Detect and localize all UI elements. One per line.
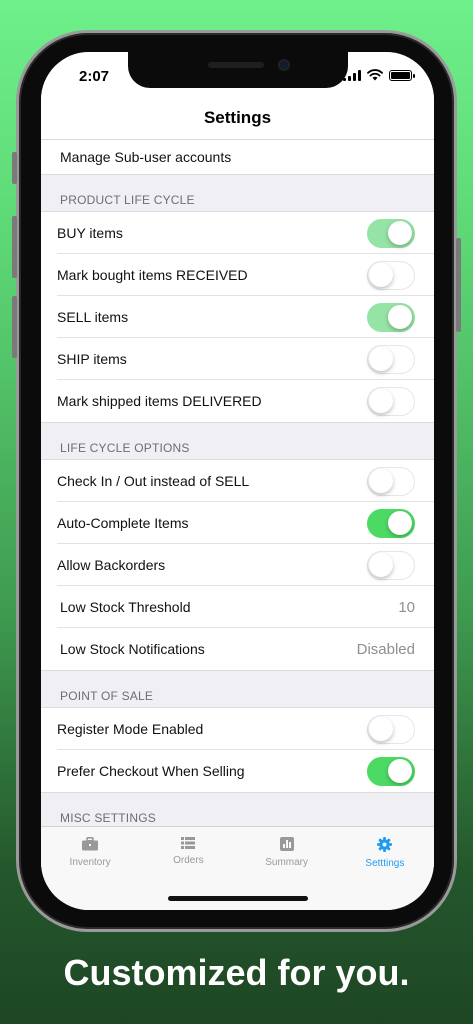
bar-chart-icon — [279, 837, 294, 851]
wifi-icon — [367, 69, 383, 81]
tab-settings[interactable]: Setttings — [336, 827, 434, 910]
mark-bought-received-row: Mark bought items RECEIVED — [41, 254, 434, 296]
row-label: Register Mode Enabled — [57, 721, 204, 737]
gear-icon — [377, 837, 393, 852]
section-header-misc-settings: MISC SETTINGS — [41, 792, 434, 826]
tab-label: Inventory — [69, 857, 111, 868]
mute-switch — [12, 152, 17, 184]
tab-label: Orders — [173, 855, 204, 866]
check-in-out-row: Check In / Out instead of SELL — [41, 460, 434, 502]
mark-shipped-delivered-row: Mark shipped items DELIVERED — [41, 380, 434, 422]
prefer-checkout-row: Prefer Checkout When Selling — [41, 750, 434, 792]
mark-bought-received-toggle[interactable] — [367, 260, 415, 290]
register-mode-toggle[interactable] — [367, 714, 415, 744]
navigation-bar: Settings — [41, 96, 434, 140]
row-label: SHIP items — [57, 351, 127, 367]
ship-items-row: SHIP items — [41, 338, 434, 380]
section-header-point-of-sale: POINT OF SALE — [41, 670, 434, 708]
buy-items-row: BUY items — [41, 212, 434, 254]
allow-backorders-row: Allow Backorders — [41, 544, 434, 586]
row-label: BUY items — [57, 225, 123, 241]
ship-items-toggle[interactable] — [367, 344, 415, 374]
row-label: Allow Backorders — [57, 557, 166, 573]
screen: 2:07 Settings Manage Sub-user accounts P… — [41, 52, 434, 910]
row-label: Mark bought items RECEIVED — [57, 267, 248, 283]
auto-complete-toggle[interactable] — [367, 508, 415, 538]
tab-inventory[interactable]: Inventory — [41, 827, 139, 910]
status-icons — [343, 69, 415, 81]
section-header-product-life-cycle: PRODUCT LIFE CYCLE — [41, 174, 434, 212]
home-indicator — [168, 896, 308, 901]
list-icon — [181, 837, 196, 849]
row-label: Low Stock Threshold — [60, 599, 191, 615]
register-mode-row: Register Mode Enabled — [41, 708, 434, 750]
section-header-life-cycle-options: LIFE CYCLE OPTIONS — [41, 422, 434, 460]
tagline: Customized for you. — [63, 952, 410, 993]
row-label: Auto-Complete Items — [57, 515, 189, 531]
sell-items-toggle[interactable] — [367, 302, 415, 332]
low-stock-notifications-row[interactable]: Low Stock Notifications Disabled — [41, 628, 434, 670]
volume-down-button — [12, 296, 17, 358]
row-label: Prefer Checkout When Selling — [57, 763, 245, 779]
page-title: Settings — [203, 107, 272, 127]
sell-items-row: SELL items — [41, 296, 434, 338]
buy-items-toggle[interactable] — [367, 218, 415, 248]
row-label: Mark shipped items DELIVERED — [57, 393, 262, 409]
manage-sub-users-row[interactable]: Manage Sub-user accounts — [41, 140, 434, 174]
auto-complete-row: Auto-Complete Items — [41, 502, 434, 544]
front-camera — [278, 59, 290, 71]
speaker — [208, 62, 264, 68]
power-button — [456, 238, 461, 332]
status-time: 2:07 — [79, 68, 110, 85]
check-in-out-toggle[interactable] — [367, 466, 415, 496]
row-label: Low Stock Notifications — [60, 641, 205, 657]
prefer-checkout-toggle[interactable] — [367, 756, 415, 786]
row-label: SELL items — [57, 309, 129, 325]
low-stock-threshold-value: 10 — [398, 598, 415, 616]
row-label: Check In / Out instead of SELL — [57, 473, 250, 489]
mark-shipped-delivered-toggle[interactable] — [367, 386, 415, 416]
low-stock-notifications-value: Disabled — [356, 640, 415, 658]
settings-list[interactable]: Manage Sub-user accounts PRODUCT LIFE CY… — [41, 140, 434, 826]
notch — [128, 52, 348, 88]
battery-icon — [389, 69, 415, 81]
low-stock-threshold-row[interactable]: Low Stock Threshold 10 — [41, 586, 434, 628]
row-label: Manage Sub-user accounts — [60, 149, 232, 165]
briefcase-icon — [82, 837, 99, 851]
tab-label: Setttings — [365, 858, 405, 869]
volume-up-button — [12, 216, 17, 278]
allow-backorders-toggle[interactable] — [367, 550, 415, 580]
tab-label: Summary — [265, 857, 309, 868]
